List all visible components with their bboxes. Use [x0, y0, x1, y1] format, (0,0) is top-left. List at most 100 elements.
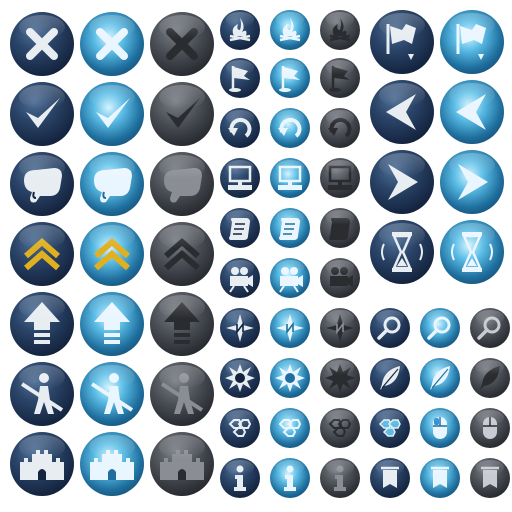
upload-arrow-icon — [164, 302, 200, 344]
upload-arrow-icon-button-dark[interactable] — [150, 292, 214, 356]
banner-icon-button-dark[interactable] — [470, 458, 510, 498]
upload-arrow-icon-button-cyan[interactable] — [80, 292, 144, 356]
campfire-icon-button-cyan[interactable] — [270, 10, 310, 50]
info-icon-button-dark[interactable] — [320, 458, 360, 498]
scroll-icon — [229, 218, 250, 240]
flag-marker-icon-button-dark[interactable] — [320, 58, 360, 98]
hourglass-icon-button-navy[interactable] — [370, 220, 434, 284]
checkmark-icon — [96, 98, 130, 128]
pedestrian-blocked-icon — [90, 373, 134, 414]
arrow-left-icon-button-cyan[interactable] — [440, 80, 504, 144]
compass-icon-button-cyan[interactable] — [270, 308, 310, 348]
pedestrian-blocked-icon-button-navy[interactable] — [10, 362, 74, 426]
hourglass-icon-button-cyan[interactable] — [440, 220, 504, 284]
castle-icon-button-cyan[interactable] — [80, 432, 144, 496]
explosion-icon-button-navy[interactable] — [220, 358, 260, 398]
campfire-icon-button-navy[interactable] — [220, 10, 260, 50]
checkmark-icon-button-cyan[interactable] — [80, 82, 144, 146]
computer-icon — [228, 165, 252, 190]
banner-icon — [381, 466, 399, 488]
computer-icon-button-navy[interactable] — [220, 158, 260, 198]
castle-icon — [90, 450, 134, 480]
compass-icon-button-dark[interactable] — [320, 308, 360, 348]
upload-arrow-icon-button-navy[interactable] — [10, 292, 74, 356]
flag-marker-icon-button-cyan[interactable] — [270, 58, 310, 98]
arrow-right-icon-button-cyan[interactable] — [440, 150, 504, 214]
flag-marker-icon — [329, 66, 350, 92]
hexagon-grid-icon-button-navy[interactable] — [220, 408, 260, 448]
compass-icon-button-navy[interactable] — [220, 308, 260, 348]
magnifier-icon-button-navy[interactable] — [370, 308, 410, 348]
close-icon — [166, 28, 198, 60]
explosion-icon-button-dark[interactable] — [320, 358, 360, 398]
pedestrian-blocked-icon-button-cyan[interactable] — [80, 362, 144, 426]
compass-icon — [226, 314, 254, 342]
banner-icon-button-cyan[interactable] — [420, 458, 460, 498]
rotate-icon-button-cyan[interactable] — [270, 108, 310, 148]
castle-icon-button-navy[interactable] — [10, 432, 74, 496]
compass-icon — [326, 314, 354, 342]
computer-icon-button-dark[interactable] — [320, 158, 360, 198]
scroll-icon-button-cyan[interactable] — [270, 208, 310, 248]
hexagon-grid-icon-button-cyan[interactable] — [270, 408, 310, 448]
movie-camera-icon-button-navy[interactable] — [220, 258, 260, 298]
movie-camera-icon-button-cyan[interactable] — [270, 258, 310, 298]
hourglass-icon — [381, 232, 423, 272]
flag-marker-icon — [279, 66, 300, 92]
arrow-left-icon-button-navy[interactable] — [370, 80, 434, 144]
feather-icon — [480, 366, 500, 390]
grab-hand-icon — [24, 168, 62, 203]
grab-hand-icon-button-dark[interactable] — [150, 152, 214, 216]
hexagon-grid-icon-button-navy-filled[interactable] — [370, 408, 410, 448]
computer-icon-button-cyan[interactable] — [270, 158, 310, 198]
flag-marker-icon-button-navy[interactable] — [220, 58, 260, 98]
campfire-icon — [229, 18, 251, 42]
explosion-icon-button-cyan[interactable] — [270, 358, 310, 398]
compass-icon — [276, 314, 304, 342]
checkmark-icon-button-dark[interactable] — [150, 82, 214, 146]
hexagon-grid-icon-button-dark[interactable] — [320, 408, 360, 448]
feather-icon-button-cyan[interactable] — [420, 358, 460, 398]
rotate-icon-button-navy[interactable] — [220, 108, 260, 148]
info-icon-button-cyan[interactable] — [270, 458, 310, 498]
flag-drop-icon — [386, 24, 416, 60]
arrow-right-icon-button-navy[interactable] — [370, 150, 434, 214]
rotate-icon-button-dark[interactable] — [320, 108, 360, 148]
feather-icon-button-dark[interactable] — [470, 358, 510, 398]
magnifier-icon-button-dark[interactable] — [470, 308, 510, 348]
campfire-icon-button-dark[interactable] — [320, 10, 360, 50]
info-icon-button-navy[interactable] — [220, 458, 260, 498]
banner-icon — [481, 466, 499, 488]
mouse-icon — [433, 417, 447, 439]
mouse-icon — [483, 417, 497, 439]
grab-hand-icon-button-cyan[interactable] — [80, 152, 144, 216]
feather-icon-button-navy[interactable] — [370, 358, 410, 398]
scroll-icon-button-navy[interactable] — [220, 208, 260, 248]
pedestrian-blocked-icon-button-dark[interactable] — [150, 362, 214, 426]
scroll-icon-button-dark[interactable] — [320, 208, 360, 248]
castle-icon-button-dark[interactable] — [150, 432, 214, 496]
flag-drop-icon-button-navy[interactable] — [370, 10, 434, 74]
movie-camera-icon-button-dark[interactable] — [320, 258, 360, 298]
banner-icon-button-navy[interactable] — [370, 458, 410, 498]
magnifier-icon-button-cyan[interactable] — [420, 308, 460, 348]
mouse-icon-button-cyan[interactable] — [420, 408, 460, 448]
double-chevron-up-icon — [24, 238, 60, 271]
info-icon — [234, 465, 246, 491]
movie-camera-icon — [279, 267, 303, 293]
checkmark-icon — [166, 98, 200, 128]
double-chevron-up-icon — [94, 238, 130, 271]
mouse-icon-button-dark[interactable] — [470, 408, 510, 448]
double-chevron-up-icon-button-cyan[interactable] — [80, 222, 144, 286]
close-icon-button-cyan[interactable] — [80, 12, 144, 76]
flag-drop-icon-button-cyan[interactable] — [440, 10, 504, 74]
double-chevron-up-icon-button-dark[interactable] — [150, 222, 214, 286]
grab-hand-icon-button-navy[interactable] — [10, 152, 74, 216]
close-icon-button-navy[interactable] — [10, 12, 74, 76]
close-icon-button-dark[interactable] — [150, 12, 214, 76]
double-chevron-up-icon-button-navy[interactable] — [10, 222, 74, 286]
banner-icon — [431, 466, 449, 488]
magnifier-icon — [377, 316, 401, 340]
checkmark-icon-button-navy[interactable] — [10, 82, 74, 146]
info-icon — [334, 465, 346, 491]
